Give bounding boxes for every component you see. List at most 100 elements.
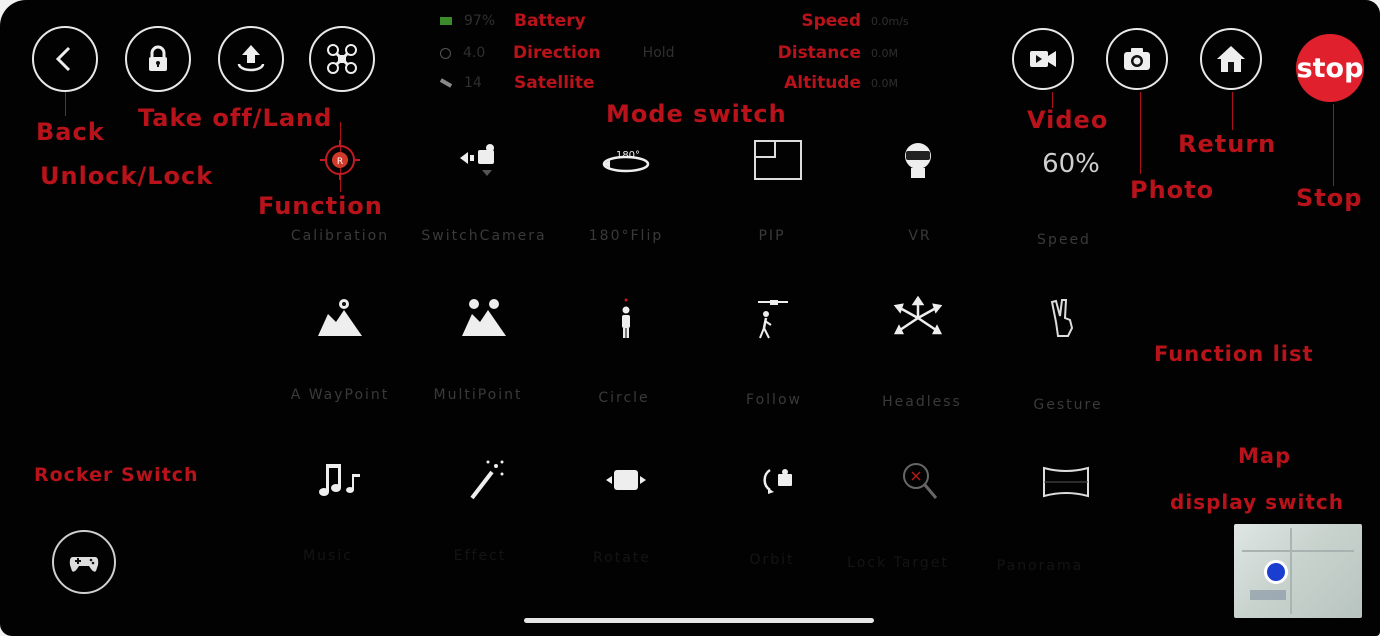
function-label-vr: VR: [908, 228, 932, 244]
speed-percent: 60%: [1042, 149, 1100, 179]
calibration-button[interactable]: R: [305, 130, 375, 190]
calibration-icon: R: [320, 140, 360, 180]
satellite-icon: [439, 78, 453, 88]
map-road-line: [1242, 550, 1354, 552]
back-callout-line: [65, 92, 66, 116]
distance-status: Distance 0.0M: [762, 42, 898, 64]
vr-headset-icon: [905, 143, 931, 178]
annotation-return: Return: [1178, 130, 1277, 158]
annotation-map: Map: [1238, 444, 1292, 468]
video-button[interactable]: [1012, 28, 1074, 90]
speed-label: Speed: [801, 11, 861, 31]
follow-person-icon: [758, 300, 788, 339]
map-display-switch[interactable]: [1234, 524, 1362, 618]
stop-callout-line: [1333, 104, 1334, 186]
altitude-status: Altitude 0.0M: [772, 72, 898, 94]
gesture-hand-icon: [1050, 299, 1074, 337]
magic-wand-icon: [470, 460, 504, 500]
function-label-music: Music: [303, 548, 353, 564]
annotation-takeoff-land: Take off/Land: [138, 104, 333, 132]
function-label-orbit: Orbit: [749, 552, 795, 568]
map-location-dot: [1264, 560, 1288, 584]
rotate-icon: [606, 470, 646, 490]
waypoint-button[interactable]: [305, 288, 375, 348]
flip-button[interactable]: 180°: [591, 130, 661, 190]
function-label-switch-camera: SwitchCamera: [421, 228, 547, 244]
stop-button[interactable]: stop: [1296, 34, 1364, 102]
annotation-function-list: Function list: [1154, 342, 1314, 366]
zoom-target-icon: [903, 463, 938, 499]
function-label-headless: Headless: [882, 394, 962, 410]
effect-button[interactable]: [449, 450, 519, 510]
waypoint-icon: [318, 299, 362, 336]
circle-button[interactable]: [591, 288, 661, 348]
function-label-calibration: Calibration: [290, 228, 390, 244]
lock-target-button[interactable]: [885, 450, 955, 510]
orbit-camera-icon: [763, 468, 792, 494]
function-label-effect: Effect: [453, 548, 507, 564]
speed-setting-button[interactable]: 60%: [1031, 134, 1111, 194]
orbit-button[interactable]: [745, 450, 815, 510]
flight-mode: Hold: [642, 45, 675, 61]
takeoff-icon: [237, 45, 265, 72]
follow-button[interactable]: [737, 288, 807, 348]
map-road-line: [1290, 528, 1292, 614]
takeoff-land-button[interactable]: [218, 26, 284, 92]
function-label-speed: Speed: [1037, 232, 1091, 248]
annotation-display-switch: display switch: [1170, 490, 1345, 514]
multipoint-button[interactable]: [449, 288, 519, 348]
function-label-panorama: Panorama: [996, 558, 1084, 574]
photo-callout-line: [1140, 92, 1141, 174]
function-button[interactable]: [309, 26, 375, 92]
distance-label: Distance: [777, 43, 861, 63]
photo-button[interactable]: [1106, 28, 1168, 90]
return-home-button[interactable]: [1200, 28, 1262, 90]
annotation-video: Video: [1027, 106, 1109, 134]
rocker-switch-button[interactable]: [52, 530, 116, 594]
app-screen: 97% Battery 4.0 Direction Hold 14 Satell…: [0, 0, 1380, 636]
satellite-label: Satellite: [514, 73, 595, 93]
lock-button[interactable]: [125, 26, 191, 92]
compass-icon: [440, 47, 451, 59]
annotation-unlock-lock: Unlock/Lock: [40, 162, 214, 190]
panorama-button[interactable]: [1031, 452, 1101, 512]
map-label-blob: [1250, 590, 1286, 600]
switch-camera-icon: [460, 144, 494, 176]
satellite-value: 14: [464, 75, 482, 91]
rotate-button[interactable]: [591, 450, 661, 510]
direction-value: 4.0: [463, 45, 486, 61]
function-label-follow: Follow: [746, 392, 802, 408]
back-button[interactable]: [32, 26, 98, 92]
music-button[interactable]: [305, 450, 375, 510]
pip-icon: [754, 140, 802, 180]
camera-icon: [1124, 48, 1150, 70]
pip-button[interactable]: [743, 130, 813, 190]
flip-180-icon: 180°: [602, 150, 650, 173]
function-label-lock-target: Lock Target: [847, 555, 949, 571]
annotation-stop: Stop: [1296, 184, 1363, 212]
speed-status: Speed 0.0m/s: [789, 10, 909, 32]
annotation-rocker-switch: Rocker Switch: [34, 464, 199, 486]
speed-value: 0.0m/s: [871, 14, 909, 28]
annotation-mode-switch: Mode switch: [606, 100, 787, 128]
multipoint-icon: [462, 299, 506, 336]
headless-arrows-icon: [893, 296, 943, 335]
switch-camera-button[interactable]: [445, 130, 515, 190]
video-camera-icon: [1030, 51, 1056, 67]
battery-icon: [440, 17, 452, 25]
vr-button[interactable]: [883, 130, 953, 190]
music-notes-icon: [319, 464, 360, 496]
gesture-button[interactable]: [1031, 288, 1101, 348]
back-icon: [55, 46, 71, 72]
home-icon: [1217, 46, 1245, 72]
gamepad-icon: [69, 557, 99, 572]
direction-label: Direction: [513, 43, 601, 63]
battery-value: 97%: [464, 13, 496, 29]
altitude-value: 0.0M: [871, 76, 898, 90]
headless-button[interactable]: [883, 288, 953, 348]
battery-label: Battery: [514, 11, 586, 31]
drone-icon: [327, 44, 357, 74]
function-label-circle: Circle: [598, 390, 650, 406]
battery-status: 97% Battery: [440, 10, 586, 32]
circle-person-icon: [622, 298, 630, 338]
